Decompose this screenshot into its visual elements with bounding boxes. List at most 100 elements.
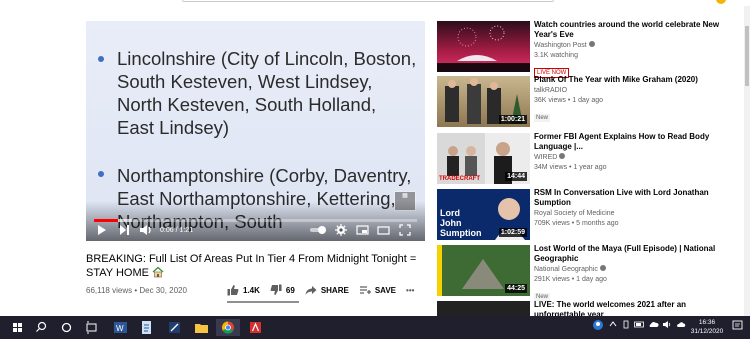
house-emoji-icon [152,266,164,278]
theater-mode-icon[interactable] [377,224,390,238]
volume-icon[interactable] [139,224,153,238]
verified-icon [599,265,606,271]
speaker-icon[interactable] [662,320,672,331]
slide-bullet [98,56,104,62]
search-input[interactable] [182,0,554,2]
rec-info: RSM In Conversation Live with Lord Jonat… [534,188,734,229]
snipping-tool-icon[interactable] [166,319,183,336]
autoplay-toggle[interactable] [309,224,327,238]
notification-icon[interactable] [732,320,743,333]
video-actions: 1.4K 69 SHARE SAVE ••• [227,283,424,297]
thumb-lord-sumption-text: Lord John Sumption [440,208,482,238]
rec-views: 291K views • 1 day ago [534,276,607,283]
verified-icon [559,153,566,159]
rec-thumbnail[interactable]: TRADECRAFT 14:44 [437,133,530,184]
rec-item[interactable]: 1:00:21 Plank Of The Year with Mike Grah… [437,75,737,128]
rec-channel[interactable]: WIRED [534,153,734,163]
rec-info: Former FBI Agent Explains How to Read Bo… [534,132,734,173]
share-label: SHARE [320,285,349,295]
fireworks-image [437,25,530,72]
verified-icon [588,41,595,47]
rec-views: 709K views • 5 months ago [534,220,619,227]
rec-item[interactable]: TRADECRAFT 14:44 Former FBI Agent Explai… [437,132,737,185]
search-icon[interactable] [33,319,50,336]
rec-channel[interactable]: Royal Society of Medicine [534,209,734,219]
dislike-count: 69 [285,285,295,295]
rec-channel-name[interactable]: National Geographic [534,266,598,273]
slide-bullet [98,171,104,177]
rec-thumbnail[interactable]: 1:00:21 [437,76,530,127]
people-icon[interactable] [592,319,604,333]
rec-title[interactable]: Former FBI Agent Explains How to Read Bo… [534,132,734,152]
rec-info: Lost World of the Maya (Full Episode) | … [534,244,734,303]
more-actions-label: ••• [406,285,415,295]
rec-item[interactable]: 44:25 Lost World of the Maya (Full Episo… [437,244,737,301]
windows-start-icon[interactable] [9,319,26,336]
save-button[interactable]: SAVE [359,284,396,296]
video-title-text: BREAKING: Full List Of Areas Put In Tier… [86,253,417,279]
rec-thumbnail[interactable]: 44:25 [437,245,530,296]
clock-time: 16:36 [698,319,716,326]
rec-title[interactable]: RSM In Conversation Live with Lord Jonat… [534,188,734,208]
chevron-up-icon[interactable] [609,320,617,330]
more-actions-button[interactable]: ••• [406,286,414,295]
page: Lincolnshire (City of Lincoln, Boston, S… [0,0,750,339]
rec-duration: 1:02:59 [498,228,527,237]
time-display: 0:06 / 1:21 [160,227,194,234]
settings-gear-icon[interactable] [335,224,347,238]
share-button[interactable]: SHARE [305,284,349,296]
new-badge: New [534,114,551,122]
tradecraft-label: TRADECRAFT [439,176,480,182]
miniplayer-icon[interactable] [356,224,369,238]
cloud-icon[interactable] [676,320,686,331]
progress-played [94,219,118,222]
top-bar [0,0,750,6]
battery-icon[interactable] [634,320,645,331]
word-icon[interactable]: W [112,319,129,336]
rec-views: 36K views • 1 day ago [534,97,603,104]
like-button[interactable]: 1.4K [227,284,260,296]
fullscreen-icon[interactable] [399,224,411,238]
svg-text:W: W [116,324,124,333]
cortana-icon[interactable] [58,319,75,336]
rec-channel-name[interactable]: WIRED [534,154,557,161]
task-view-icon[interactable] [83,319,100,336]
rec-title[interactable]: Watch countries around the world celebra… [534,20,734,40]
rec-channel[interactable]: National Geographic [534,265,734,275]
rec-duration: 1:00:21 [498,115,527,124]
video-player[interactable]: Lincolnshire (City of Lincoln, Boston, S… [86,21,425,241]
rec-item[interactable]: Lord John Sumption 1:02:59 RSM In Conver… [437,188,737,241]
usb-icon[interactable] [622,320,630,331]
rec-title[interactable]: Lost World of the Maya (Full Episode) | … [534,244,734,264]
rec-thumbnail[interactable] [437,21,530,72]
scrollbar[interactable] [744,6,750,316]
rec-channel[interactable]: talkRADIO [534,86,734,96]
rec-channel[interactable]: Washington Post [534,41,734,51]
rec-views: 34M views • 1 year ago [534,164,607,171]
rec-info: Watch countries around the world celebra… [534,20,734,79]
notepad-icon[interactable] [138,319,155,336]
progress-bar[interactable] [94,219,417,222]
video-title: BREAKING: Full List Of Areas Put In Tier… [86,252,426,280]
play-button[interactable] [97,224,107,238]
rec-duration: 14:44 [505,172,527,181]
clock-date: 31/12/2020 [690,328,724,335]
rec-item[interactable]: Watch countries around the world celebra… [437,20,737,78]
rec-title[interactable]: Plank Of The Year with Mike Graham (2020… [534,75,734,85]
rec-thumbnail[interactable]: Lord John Sumption 1:02:59 [437,189,530,240]
onedrive-icon[interactable] [648,320,659,331]
rec-info: Plank Of The Year with Mike Graham (2020… [534,75,734,124]
scrollbar-thumb[interactable] [745,26,749,86]
rec-channel-name[interactable]: Washington Post [534,42,587,49]
taskbar-clock[interactable]: 16:36 31/12/2020 [690,318,724,336]
avatar[interactable] [716,0,726,4]
next-button[interactable] [119,224,130,238]
like-count: 1.4K [243,285,260,295]
file-explorer-icon[interactable] [193,319,210,336]
dislike-button[interactable]: 69 [270,284,295,296]
acrobat-icon[interactable] [247,319,264,336]
windows-taskbar: W 16:36 31/12/2020 [0,316,750,339]
chrome-icon[interactable] [216,319,240,336]
sentiment-bar [227,301,299,303]
views-date: 66,118 views • Dec 30, 2020 [86,286,187,295]
